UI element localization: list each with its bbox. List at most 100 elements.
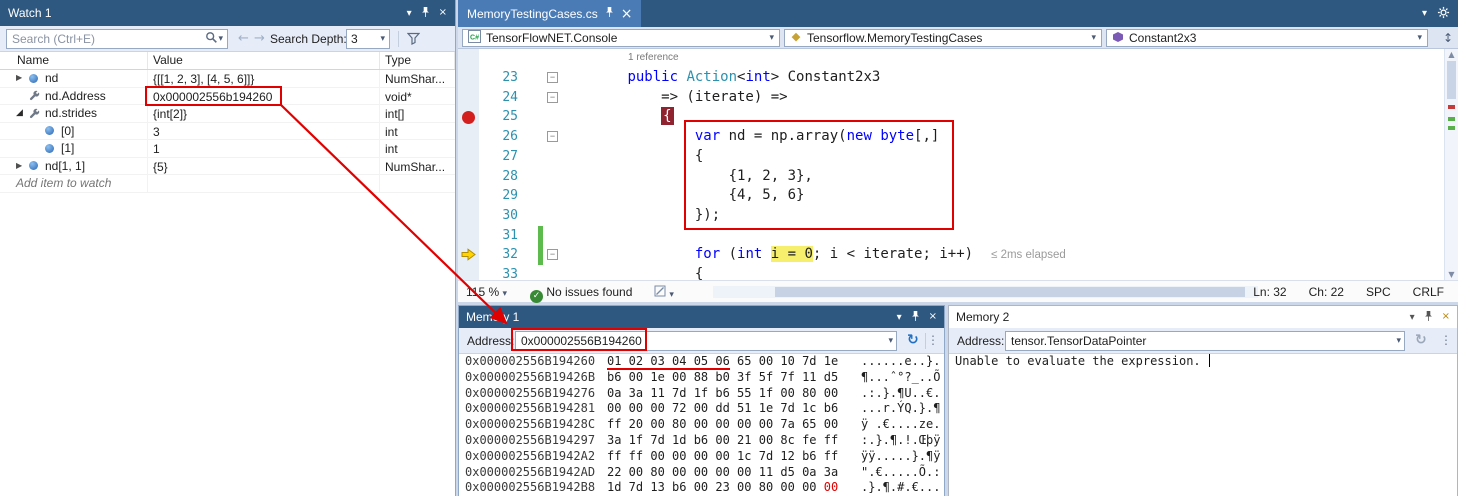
- code-cleanup-button[interactable]: ▾: [654, 285, 674, 300]
- close-icon[interactable]: ×: [439, 7, 447, 19]
- expander-collapsed-icon[interactable]: ▶: [16, 158, 29, 174]
- code-line[interactable]: 30 });: [458, 206, 1444, 226]
- refresh-icon[interactable]: ↻: [907, 332, 919, 348]
- toolbar-overflow-icon[interactable]: ⋮: [927, 333, 939, 347]
- pin-icon[interactable]: [605, 6, 614, 21]
- watch-row[interactable]: ▶nd[1, 1]{5}NumShar...: [0, 158, 455, 176]
- scroll-up-icon[interactable]: ▲: [1445, 50, 1458, 59]
- line-number: 27: [480, 147, 518, 167]
- breakpoint-icon[interactable]: [462, 111, 475, 124]
- back-arrow-icon[interactable]: ←: [238, 31, 249, 46]
- memory-row[interactable]: 0x000002556B1942760a 3a 11 7d 1f b6 55 1…: [465, 386, 944, 402]
- memory2-message-area[interactable]: Unable to evaluate the expression.: [955, 354, 1453, 368]
- status-column[interactable]: Ch: 22: [1309, 285, 1344, 299]
- memory-row[interactable]: 0x000002556B1942B81d 7d 13 b6 00 23 00 8…: [465, 480, 944, 496]
- tab-overflow-icon[interactable]: ▾: [1422, 8, 1427, 19]
- expander-collapsed-icon[interactable]: ▶: [16, 70, 29, 86]
- zoom-select[interactable]: 115 % ▾: [466, 285, 507, 299]
- code-line[interactable]: 28 {1, 2, 3},: [458, 167, 1444, 187]
- status-line[interactable]: Ln: 32: [1253, 285, 1286, 299]
- address-combo[interactable]: ▾: [1005, 331, 1405, 351]
- code-line[interactable]: 24− => (iterate) =>: [458, 88, 1444, 108]
- pin-icon[interactable]: [1424, 310, 1433, 325]
- pin-icon[interactable]: [911, 310, 920, 325]
- status-spaces[interactable]: SPC: [1366, 285, 1391, 299]
- line-number: 33: [480, 265, 518, 280]
- toolbar-overflow-icon[interactable]: ⋮: [1440, 333, 1452, 347]
- code-line[interactable]: 33 {: [458, 265, 1444, 280]
- chevron-down-icon[interactable]: ▾: [888, 336, 893, 346]
- memory-row[interactable]: 0x000002556B19426001 02 03 04 05 06 65 0…: [465, 354, 944, 370]
- filter-icon[interactable]: [407, 32, 420, 48]
- watch-row[interactable]: nd.Address0x000002556b194260void*: [0, 88, 455, 106]
- memory-row[interactable]: 0x000002556B1942A2ff ff 00 00 00 00 1c 7…: [465, 449, 944, 465]
- outline-collapse-icon[interactable]: −: [547, 92, 558, 103]
- outline-collapse-icon[interactable]: −: [547, 249, 558, 260]
- codelens-references[interactable]: 1 reference: [628, 52, 679, 63]
- watch-row[interactable]: [0]3int: [0, 123, 455, 141]
- close-icon[interactable]: ×: [929, 311, 937, 323]
- chevron-down-icon[interactable]: ▾: [1396, 336, 1401, 346]
- issues-indicator[interactable]: ✓ No issues found: [530, 285, 632, 303]
- column-header-type[interactable]: Type: [380, 52, 455, 69]
- close-icon[interactable]: ×: [621, 8, 633, 20]
- status-line-ending[interactable]: CRLF: [1413, 285, 1444, 299]
- watch-search-box[interactable]: ▾: [6, 29, 228, 49]
- memory2-header[interactable]: Memory 2 ▾ ×: [949, 306, 1457, 328]
- search-depth-select[interactable]: 3 ▾: [346, 29, 390, 49]
- horizontal-scrollbar[interactable]: [713, 286, 1258, 298]
- vertical-scrollbar[interactable]: ▲ ▼: [1444, 49, 1458, 280]
- column-header-value[interactable]: Value: [148, 52, 380, 69]
- column-header-name[interactable]: Name: [0, 52, 148, 69]
- code-area[interactable]: 1 reference 23− public Action<int> Const…: [458, 49, 1458, 280]
- memory1-header[interactable]: Memory 1 ▾ ×: [459, 306, 944, 328]
- split-window-icon[interactable]: ↕: [1443, 31, 1453, 45]
- check-icon: ✓: [530, 290, 543, 303]
- scrollbar-thumb[interactable]: [775, 287, 1245, 297]
- code-line[interactable]: 25 {: [458, 107, 1444, 127]
- memory-dump[interactable]: 0x000002556B19426001 02 03 04 05 06 65 0…: [465, 354, 944, 496]
- window-position-icon[interactable]: ▾: [407, 8, 412, 19]
- pin-icon[interactable]: [421, 6, 430, 21]
- code-line[interactable]: 31: [458, 226, 1444, 246]
- code-line[interactable]: 27 {: [458, 147, 1444, 167]
- member-combo[interactable]: Constant2x3 ▾: [1106, 29, 1428, 47]
- close-icon[interactable]: ×: [1442, 311, 1450, 323]
- memory-bytes: 1d 7d 13 b6 00 23 00 80 00 00 00: [607, 480, 861, 496]
- memory-row[interactable]: 0x000002556B1942AD22 00 80 00 00 00 00 1…: [465, 465, 944, 481]
- type-combo[interactable]: Tensorflow.MemoryTestingCases ▾: [784, 29, 1102, 47]
- search-options-icon[interactable]: ▾: [218, 34, 223, 44]
- memory-row[interactable]: 0x000002556B19428Cff 20 00 80 00 00 00 0…: [465, 417, 944, 433]
- code-line[interactable]: 23− public Action<int> Constant2x3: [458, 68, 1444, 88]
- memory-bytes: ff ff 00 00 00 00 1c 7d 12 b6 ff: [607, 449, 861, 465]
- memory-row[interactable]: 0x000002556B19426Bb6 00 1e 00 88 b0 3f 5…: [465, 370, 944, 386]
- watch-row[interactable]: ◢nd.strides{int[2]}int[]: [0, 105, 455, 123]
- outline-collapse-icon[interactable]: −: [547, 72, 558, 83]
- gear-icon[interactable]: [1437, 6, 1450, 22]
- watch-row[interactable]: [1]1int: [0, 140, 455, 158]
- tab-memorytestingcases[interactable]: MemoryTestingCases.cs ×: [458, 0, 641, 27]
- outline-collapse-icon[interactable]: −: [547, 131, 558, 142]
- watch-row[interactable]: Add item to watch: [0, 175, 455, 193]
- memory-row[interactable]: 0x000002556B1942973a 1f 7d 1d b6 00 21 0…: [465, 433, 944, 449]
- project-combo[interactable]: C# TensorFlowNET.Console ▾: [462, 29, 780, 47]
- window-position-icon[interactable]: ▾: [897, 312, 902, 323]
- forward-arrow-icon[interactable]: →: [254, 31, 265, 46]
- watch-header[interactable]: Watch 1 ▾ ×: [0, 0, 455, 26]
- memory-row[interactable]: 0x000002556B19428100 00 00 72 00 dd 51 1…: [465, 401, 944, 417]
- code-line[interactable]: 26− var nd = np.array(new byte[,]: [458, 127, 1444, 147]
- line-number: 25: [480, 107, 518, 127]
- scrollbar-thumb[interactable]: [1447, 61, 1456, 99]
- search-icon[interactable]: [205, 31, 218, 47]
- code-line[interactable]: 29 {4, 5, 6}: [458, 186, 1444, 206]
- expander-expanded-icon[interactable]: ◢: [16, 105, 29, 121]
- refresh-icon[interactable]: ↻: [1415, 332, 1427, 348]
- address-input[interactable]: [1006, 334, 1396, 348]
- address-combo[interactable]: ▾: [515, 331, 897, 351]
- watch-row[interactable]: ▶nd{[[1, 2, 3], [4, 5, 6]]}NumShar...: [0, 70, 455, 88]
- address-input[interactable]: [516, 334, 888, 348]
- search-input[interactable]: [7, 32, 205, 46]
- scroll-down-icon[interactable]: ▼: [1445, 270, 1458, 279]
- code-line[interactable]: 32− for (int i = 0; i < iterate; i++)≤ 2…: [458, 245, 1444, 265]
- window-position-icon[interactable]: ▾: [1410, 312, 1415, 323]
